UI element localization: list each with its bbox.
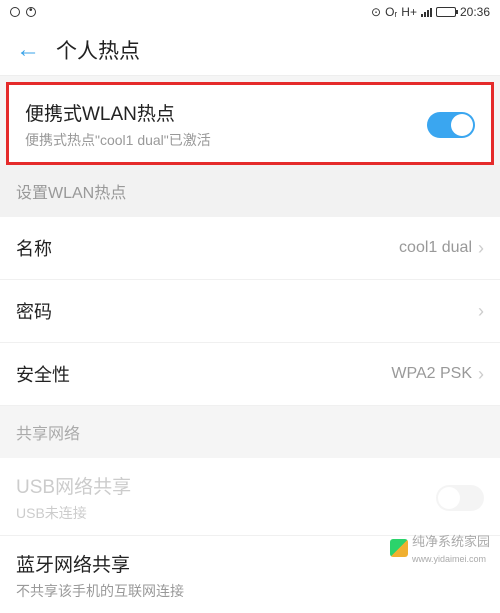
row-security-value: WPA2 PSK	[391, 365, 472, 383]
row-password[interactable]: 密码 ›	[0, 280, 500, 343]
nav-header: ← 个人热点	[0, 24, 500, 76]
network-type: H+	[401, 5, 417, 19]
chevron-right-icon: ›	[478, 238, 484, 259]
back-icon[interactable]: ←	[16, 38, 40, 62]
usb-tether-subtitle: USB未连接	[16, 503, 436, 523]
row-security[interactable]: 安全性 WPA2 PSK ›	[0, 343, 500, 406]
watermark: 纯净系统家园 www.yidaimei.com	[390, 531, 490, 565]
usb-tether-toggle	[436, 485, 484, 511]
clock: 20:36	[460, 5, 490, 19]
bt-tether-subtitle: 不共享该手机的互联网连接	[16, 581, 484, 601]
annotation-highlight: 便携式WLAN热点 便携式热点"cool1 dual"已激活	[6, 82, 494, 165]
section-share-network: 共享网络	[0, 406, 500, 458]
usb-tether-title: USB网络共享	[16, 472, 436, 499]
hotspot-icon: ⊙	[371, 5, 381, 19]
key-icon: Oᵣ	[385, 5, 397, 19]
watermark-url: www.yidaimei.com	[412, 554, 486, 564]
section-setup-wlan: 设置WLAN热点	[0, 165, 500, 217]
row-password-label: 密码	[16, 298, 472, 324]
battery-icon	[436, 7, 456, 17]
signal-icon	[421, 8, 432, 17]
row-security-label: 安全性	[16, 361, 391, 387]
portable-hotspot-subtitle: 便携式热点"cool1 dual"已激活	[25, 130, 427, 150]
chevron-right-icon: ›	[478, 364, 484, 385]
chevron-right-icon: ›	[478, 301, 484, 322]
watermark-brand: 纯净系统家园	[412, 534, 490, 549]
row-name-value: cool1 dual	[399, 239, 472, 257]
portable-hotspot-title: 便携式WLAN热点	[25, 99, 427, 126]
status-icon-2	[26, 7, 36, 17]
row-name-label: 名称	[16, 235, 399, 261]
page-title: 个人热点	[56, 35, 140, 65]
status-bar: ⊙ Oᵣ H+ 20:36	[0, 0, 500, 24]
row-name[interactable]: 名称 cool1 dual ›	[0, 217, 500, 280]
usb-tether-row: USB网络共享 USB未连接	[0, 458, 500, 536]
portable-hotspot-toggle[interactable]	[427, 112, 475, 138]
status-icon-1	[10, 7, 20, 17]
portable-hotspot-row[interactable]: 便携式WLAN热点 便携式热点"cool1 dual"已激活	[9, 85, 491, 162]
watermark-logo-icon	[390, 539, 408, 557]
